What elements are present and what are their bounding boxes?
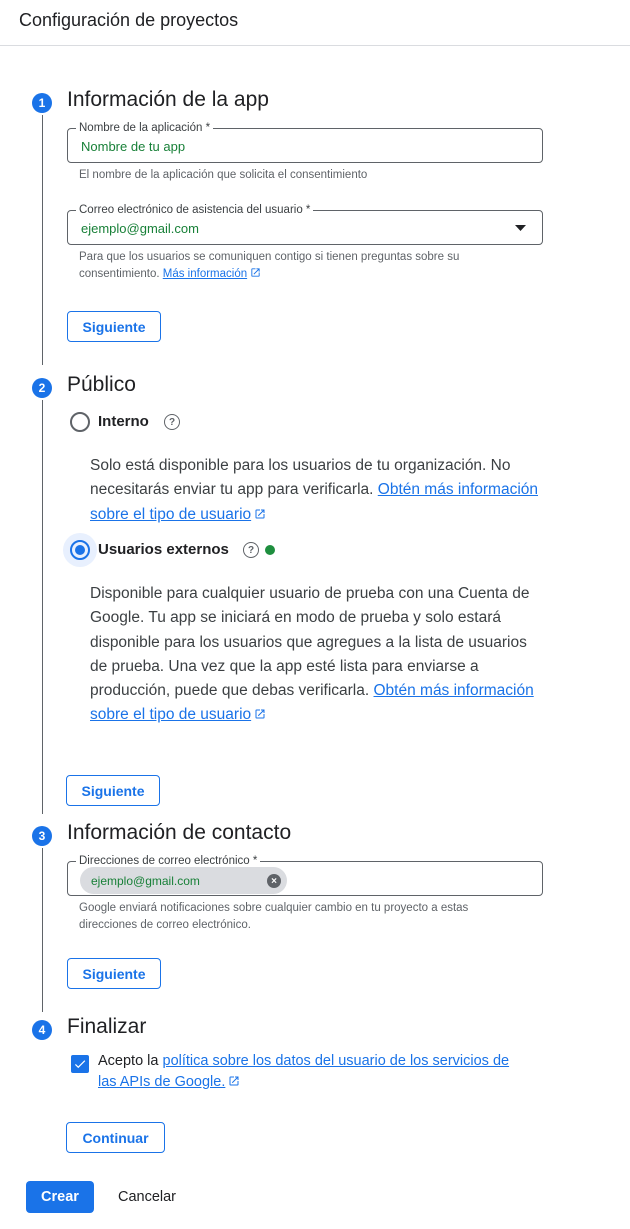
page-header: Configuración de proyectos (0, 0, 630, 46)
external-description: Disponible para cualquier usuario de pru… (90, 582, 548, 728)
consent-text: Acepto la política sobre los datos del u… (98, 1051, 528, 1093)
clear-chip-icon[interactable]: × (267, 874, 281, 888)
contact-emails-field[interactable]: Direcciones de correo electrónico * ejem… (67, 854, 543, 896)
consent-checkbox[interactable] (71, 1055, 89, 1073)
email-chip[interactable]: ejemplo@gmail.com × (80, 867, 287, 894)
app-name-label: Nombre de la aplicación * (76, 121, 214, 135)
stepper-connector-3 (42, 848, 43, 1012)
app-name-help: El nombre de la aplicación que solicita … (79, 169, 368, 181)
external-radio-label[interactable]: Usuarios externos (98, 541, 229, 558)
support-email-help: Para que los usuarios se comuniquen cont… (79, 249, 519, 283)
support-email-help-text: Para que los usuarios se comuniquen cont… (79, 251, 460, 280)
email-chip-text: ejemplo@gmail.com (91, 873, 200, 888)
create-button[interactable]: Crear (26, 1181, 94, 1213)
stepper-connector-2 (42, 400, 43, 814)
step-number-3: 3 (32, 826, 52, 846)
support-email-select[interactable]: Correo electrónico de asistencia del usu… (67, 203, 543, 245)
contact-emails-label: Direcciones de correo electrónico * (76, 854, 261, 868)
step-title-finish: Finalizar (67, 1015, 147, 1038)
step2-next-button[interactable]: Siguiente (66, 775, 160, 806)
external-link-icon (255, 509, 265, 519)
step-number-2: 2 (32, 378, 52, 398)
step3-next-button[interactable]: Siguiente (67, 958, 161, 989)
stepper-connector-1 (42, 115, 43, 365)
step-title-contact: Información de contacto (67, 821, 292, 844)
step-number-4: 4 (32, 1020, 52, 1040)
step1-next-button[interactable]: Siguiente (67, 311, 161, 342)
internal-radio[interactable] (70, 412, 90, 432)
external-link-icon (255, 709, 265, 719)
support-email-label: Correo electrónico de asistencia del usu… (76, 203, 314, 217)
more-info-link[interactable]: Más información (163, 268, 247, 280)
contact-emails-help: Google enviará notificaciones sobre cual… (79, 902, 469, 931)
consent-prefix: Acepto la (98, 1053, 159, 1069)
external-radio-indicator (70, 540, 90, 560)
step-number-1: 1 (32, 93, 52, 113)
check-icon (74, 1060, 86, 1069)
expand-icon[interactable] (515, 225, 526, 231)
help-icon[interactable]: ? (164, 414, 180, 430)
external-radio[interactable] (63, 533, 97, 567)
internal-radio-label[interactable]: Interno (98, 413, 149, 430)
page-title: Configuración de proyectos (19, 10, 239, 30)
app-name-field[interactable]: Nombre de la aplicación * Nombre de tu a… (67, 121, 543, 163)
help-icon[interactable]: ? (243, 542, 259, 558)
app-name-value: Nombre de tu app (81, 139, 186, 154)
step-title-audience: Público (67, 373, 136, 396)
cancel-button[interactable]: Cancelar (108, 1181, 186, 1213)
continue-button[interactable]: Continuar (66, 1122, 165, 1153)
internal-description: Solo está disponible para los usuarios d… (90, 454, 540, 527)
status-dot-icon (265, 545, 275, 555)
external-link-icon (229, 1076, 239, 1086)
step-title-app-info: Información de la app (67, 88, 269, 111)
external-link-icon (251, 268, 260, 277)
user-data-policy-link[interactable]: política sobre los datos del usuario de … (98, 1053, 509, 1090)
support-email-value: ejemplo@gmail.com (81, 221, 199, 236)
